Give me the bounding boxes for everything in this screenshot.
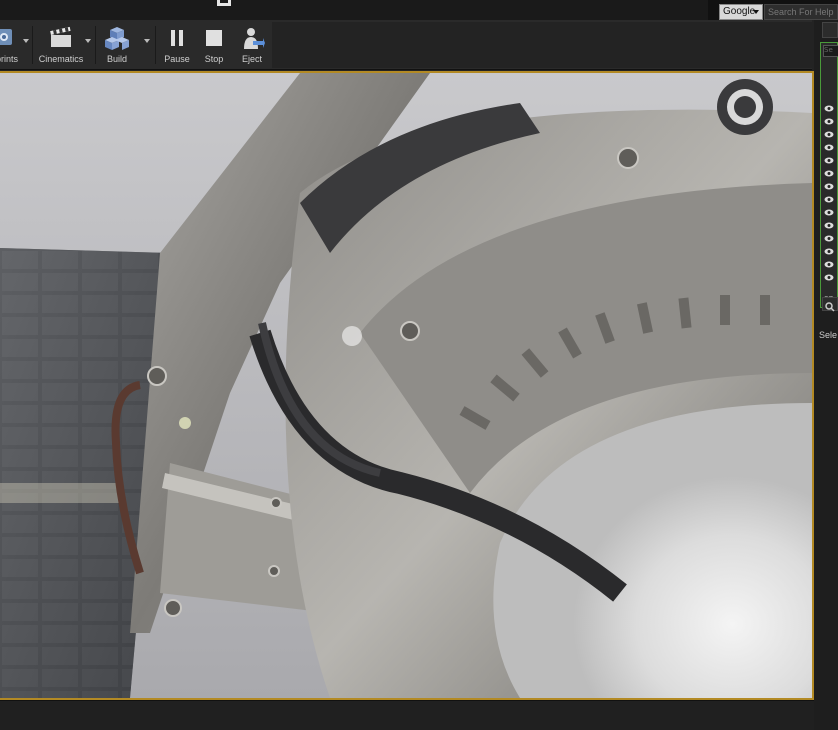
visibility-eye-icon[interactable] [824, 261, 834, 268]
search-engine-label: Google [723, 6, 756, 17]
visibility-eye-icon[interactable] [824, 105, 834, 112]
pause-label: Pause [164, 54, 190, 64]
stop-button[interactable]: Stop [196, 22, 232, 66]
clapperboard-icon [50, 26, 71, 47]
world-outliner: Se 27 [820, 42, 838, 308]
main-toolbar: prints Cinematics [0, 20, 812, 70]
cinematics-label: Cinematics [38, 54, 84, 64]
blueprints-dropdown-icon[interactable] [23, 39, 29, 43]
visibility-eye-icon[interactable] [824, 274, 834, 281]
visibility-eye-icon[interactable] [824, 248, 834, 255]
visibility-eye-icon[interactable] [824, 222, 834, 229]
world-outliner-tab[interactable] [822, 22, 838, 38]
right-side-panel: Se 27 Sele [814, 20, 838, 730]
blueprint-icon [0, 29, 12, 45]
stop-icon [206, 30, 222, 46]
search-help-input[interactable]: Search For Help [764, 4, 838, 20]
build-label: Build [106, 54, 127, 64]
game-viewport[interactable] [0, 73, 812, 698]
build-dropdown-icon[interactable] [144, 39, 150, 43]
outliner-search-placeholder: Se [824, 46, 833, 54]
unreal-editor-window: Google Search For Help prints [0, 0, 838, 730]
build-button[interactable]: Build [99, 22, 135, 66]
toolbar-separator [32, 26, 33, 64]
visibility-eye-icon[interactable] [824, 131, 834, 138]
blueprints-button[interactable]: prints [0, 22, 24, 66]
status-bar [0, 700, 814, 730]
toolbar-separator [155, 26, 156, 64]
eject-button[interactable]: Eject [234, 22, 270, 66]
restore-window-icon[interactable] [213, 0, 235, 9]
visibility-eye-icon[interactable] [824, 196, 834, 203]
eject-label: Eject [241, 54, 262, 64]
search-help-placeholder: Search For Help [768, 7, 834, 17]
build-cubes-icon [105, 27, 129, 50]
cinematics-button[interactable]: Cinematics [36, 22, 86, 66]
blueprints-label: prints [0, 54, 18, 64]
visibility-eye-icon[interactable] [824, 157, 834, 164]
outliner-search-input[interactable]: Se [823, 45, 838, 57]
toolbar-empty-area [272, 22, 812, 68]
pause-icon [171, 30, 183, 46]
visibility-eye-icon[interactable] [824, 209, 834, 216]
visibility-eye-icon[interactable] [824, 170, 834, 177]
viewport-render [0, 73, 812, 698]
cinematics-dropdown-icon[interactable] [85, 39, 91, 43]
visibility-eye-icon[interactable] [824, 235, 834, 242]
stop-label: Stop [204, 54, 224, 64]
toolbar-separator [95, 26, 96, 64]
visibility-eye-icon[interactable] [824, 118, 834, 125]
title-bar: Google Search For Help [0, 0, 838, 20]
chevron-down-icon [753, 10, 759, 14]
search-icon [825, 302, 835, 312]
details-empty-hint: Sele [819, 330, 838, 340]
visibility-eye-icon[interactable] [824, 144, 834, 151]
eject-icon [244, 28, 265, 49]
search-engine-dropdown[interactable]: Google [719, 4, 763, 20]
pause-button[interactable]: Pause [159, 22, 195, 66]
details-tab[interactable] [822, 297, 838, 312]
visibility-eye-icon[interactable] [824, 183, 834, 190]
